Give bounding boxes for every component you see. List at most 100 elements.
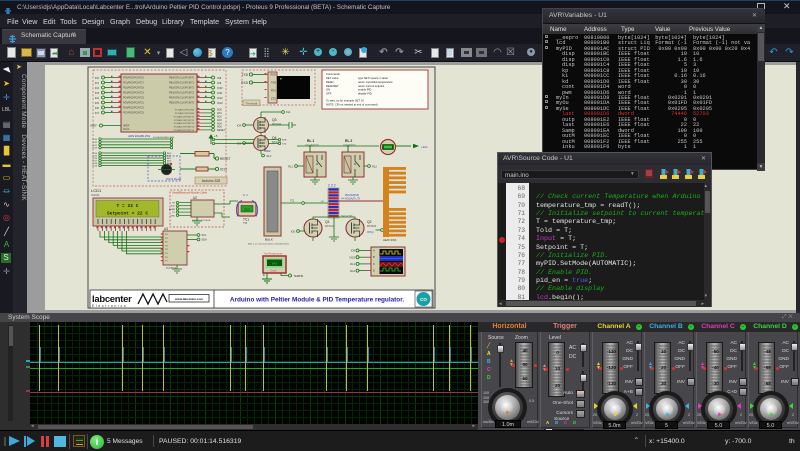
- svg-text:A: A: [373, 249, 375, 253]
- svg-text:RXD: RXD: [271, 73, 277, 77]
- svg-text:return current setpoint: return current setpoint: [358, 84, 385, 88]
- svg-text:IO12: IO12: [92, 145, 98, 147]
- svg-text:Bulk is an aluminum plate of 5: Bulk is an aluminum plate of 50x40x10mm: [248, 243, 289, 246]
- svg-text:IO4: IO4: [237, 123, 242, 127]
- svg-text:24.0: 24.0: [272, 262, 278, 266]
- svg-text:U2: U2: [193, 196, 197, 200]
- svg-text:IO10: IO10: [92, 139, 98, 141]
- svg-text:PD5/RXD/PCINT21: PD5/RXD/PCINT21: [123, 102, 145, 105]
- svg-text:RL2: RL2: [267, 154, 272, 158]
- svg-text:SCL: SCL: [202, 233, 208, 237]
- svg-text:IO13: IO13: [92, 148, 98, 150]
- svg-text:CO: CO: [420, 297, 427, 302]
- svg-text:IRF2444: IRF2444: [325, 225, 335, 228]
- svg-text:RL1: RL1: [288, 164, 293, 168]
- svg-text:PC2/ADC2/PCINT10: PC2/ADC2/PCINT10: [174, 115, 195, 118]
- svg-text:TD: TD: [172, 212, 175, 214]
- svg-text:AREF: AREF: [90, 124, 97, 128]
- svg-text:PD0/RXD/PCINT16: PD0/RXD/PCINT16: [123, 77, 145, 80]
- svg-text:IO3: IO3: [95, 91, 100, 95]
- svg-text:23.0: 23.0: [244, 208, 250, 212]
- svg-text:IO19: IO19: [92, 166, 98, 168]
- svg-text:VH: VH: [172, 203, 175, 205]
- svg-text:READ: READ: [326, 80, 334, 84]
- svg-text:PB4/ICP1/CLK/PCINT4: PB4/ICP1/CLK/PCINT4: [169, 97, 195, 100]
- svg-text:IRF2444: IRF2444: [272, 141, 282, 144]
- svg-text:SDA: SDA: [202, 238, 208, 242]
- svg-text:+5: +5: [214, 134, 218, 138]
- svg-text:RESET: RESET: [217, 129, 226, 132]
- svg-text:KL1: KL1: [286, 110, 291, 114]
- svg-text:PC3/ADC3/PCINT11: PC3/ADC3/PCINT11: [174, 119, 195, 122]
- svg-text:IRF9540: IRF9540: [367, 225, 377, 228]
- svg-text:TXD: TXD: [271, 81, 276, 85]
- svg-text:PC4/ADC4/PCINT12: PC4/ADC4/PCINT12: [174, 122, 195, 125]
- svg-text:ARMB: ARMB: [169, 208, 176, 211]
- svg-text:Electronics: Electronics: [92, 304, 127, 308]
- svg-text:T58: T58: [243, 222, 248, 225]
- svg-text:PC1/ADC1/PCINT9: PC1/ADC1/PCINT9: [175, 112, 195, 115]
- svg-text:PC0/ADC0/PCINT8: PC0/ADC0/PCINT8: [175, 109, 195, 112]
- svg-text:IO12: IO12: [217, 96, 223, 100]
- svg-text:RESET: RESET: [220, 157, 231, 161]
- svg-text:PD2/RXD/PCINT18: PD2/RXD/PCINT18: [123, 87, 145, 90]
- svg-text:HEAT-SINK: HEAT-SINK: [383, 238, 397, 242]
- svg-text:enable PID: enable PID: [358, 88, 371, 92]
- svg-text:TC1: TC1: [290, 200, 295, 203]
- svg-text:CH(A): CH(A): [367, 231, 374, 234]
- svg-text:PD1/RXD/PCINT17: PD1/RXD/PCINT17: [123, 82, 145, 85]
- svg-text:RL2: RL2: [350, 269, 355, 273]
- svg-text:Q4: Q4: [272, 136, 277, 140]
- svg-text:+12v: +12v: [421, 145, 428, 149]
- svg-text:GND: GND: [170, 215, 175, 217]
- svg-text:TEMPIN: TEMPIN: [294, 274, 304, 278]
- svg-text:IO10: IO10: [217, 86, 223, 90]
- svg-text:type SETn space n value: type SETn space n value: [358, 76, 388, 80]
- svg-text:IO5: IO5: [291, 229, 296, 233]
- svg-text:T = 22 C: T = 22 C: [116, 203, 138, 209]
- svg-text:PB5/ICP1/CLK/PCINT5: PB5/ICP1/CLK/PCINT5: [169, 102, 195, 105]
- svg-text:OFF: OFF: [326, 91, 332, 95]
- svg-text:RL2: RL2: [372, 164, 377, 168]
- svg-text:CTS: CTS: [271, 97, 276, 101]
- svg-text:GND2: GND2: [264, 150, 271, 153]
- svg-text:To start, try for example SET: To start, try for example SET 16.: [326, 98, 365, 102]
- svg-text:IO8: IO8: [351, 249, 356, 253]
- svg-text:C: C: [373, 262, 375, 266]
- svg-text:IO0: IO0: [95, 76, 100, 80]
- svg-text:U3: U3: [164, 227, 168, 231]
- svg-text:LM016L: LM016L: [91, 194, 100, 197]
- svg-text:VO(DA)TA_TN: VO(DA)TA_TN: [345, 197, 360, 200]
- svg-text:TXD: TXD: [242, 73, 249, 77]
- svg-text:IRF2444: IRF2444: [272, 123, 282, 126]
- svg-text:B: B: [373, 255, 375, 259]
- svg-text:Serial/Bluetooth Module Cable: Serial/Bluetooth Module Cable: [172, 191, 208, 195]
- svg-text:SET value: SET value: [326, 76, 339, 80]
- svg-text:RL 2: RL 2: [345, 139, 352, 143]
- svg-text:PB3/ICP1/CLK/PCINT3: PB3/ICP1/CLK/PCINT3: [169, 92, 195, 95]
- svg-text:PB1/ICP1/CLK/PCINT1: PB1/ICP1/CLK/PCINT1: [169, 82, 195, 85]
- svg-text:IO11: IO11: [217, 91, 223, 95]
- svg-text:Arduino with Peltier Module &: Arduino with Peltier Module & PID Temper…: [230, 297, 404, 304]
- svg-text:NOTE: CR not needed at end of: NOTE: CR not needed at end of command): [326, 102, 378, 106]
- svg-text:LCD1: LCD1: [91, 188, 102, 193]
- svg-text:Q3: Q3: [272, 118, 277, 122]
- svg-text:TEC12706: TEC12706: [341, 215, 353, 218]
- svg-text:return controlled temperature: return controlled temperature: [358, 80, 393, 84]
- svg-text:IO4: IO4: [95, 96, 100, 100]
- svg-text:C J: C J: [243, 193, 248, 197]
- svg-text:PC5/ADC5/PCINT13: PC5/ADC5/PCINT13: [174, 126, 195, 129]
- svg-text:IO5: IO5: [95, 101, 100, 105]
- svg-text:IO1: IO1: [95, 81, 100, 85]
- svg-text:ADS ENABLING: ADS ENABLING: [127, 134, 151, 138]
- svg-text:RXB: RXB: [282, 140, 287, 142]
- svg-text:PD4/RXD/PCINT20: PD4/RXD/PCINT20: [123, 97, 145, 100]
- svg-text:AVCC: AVCC: [123, 128, 130, 131]
- svg-text:IO11: IO11: [92, 142, 97, 144]
- svg-text:RL1: RL1: [350, 262, 355, 266]
- svg-text:D: D: [373, 269, 375, 273]
- svg-text:Commands: Commands: [326, 72, 340, 76]
- svg-text:IO9: IO9: [217, 81, 222, 85]
- svg-text:Setpoint = 22 C: Setpoint = 22 C: [107, 211, 149, 217]
- svg-text:PB0/ICP1/CLK/PCINT0: PB0/ICP1/CLK/PCINT0: [169, 77, 195, 80]
